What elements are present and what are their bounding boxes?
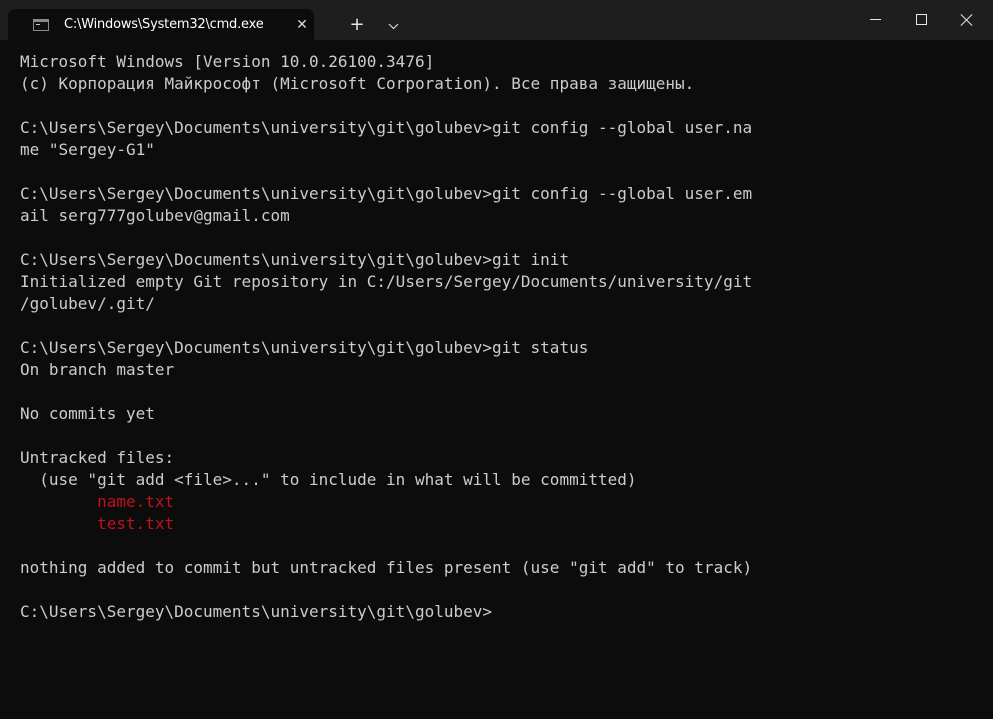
console-line: (use "git add <file>..." to include in w…	[20, 470, 637, 489]
console-line: On branch master	[20, 360, 175, 379]
close-button[interactable]	[944, 0, 990, 40]
console-line: C:\Users\Sergey\Documents\university\git…	[20, 250, 570, 269]
console-line: me "Sergey-G1"	[20, 140, 155, 159]
console-line: C:\Users\Sergey\Documents\university\git…	[20, 184, 753, 203]
terminal-window: C:\Windows\System32\cmd.exe ✕ + Microsof…	[0, 0, 993, 719]
console-line: C:\Users\Sergey\Documents\university\git…	[20, 118, 753, 137]
console-output[interactable]: Microsoft Windows [Version 10.0.26100.34…	[20, 51, 980, 719]
console-line: nothing added to commit but untracked fi…	[20, 558, 753, 577]
tab-title: C:\Windows\System32\cmd.exe	[64, 17, 264, 32]
untracked-file-line: name.txt	[20, 492, 175, 511]
tab-dropdown-button[interactable]	[381, 14, 405, 38]
tab-close-icon[interactable]: ✕	[292, 15, 312, 35]
minimize-icon	[870, 19, 881, 20]
chevron-down-icon	[388, 23, 398, 30]
console-line: Microsoft Windows [Version 10.0.26100.34…	[20, 52, 435, 71]
tab-cmd[interactable]: C:\Windows\System32\cmd.exe ✕	[8, 9, 314, 40]
console-line: Initialized empty Git repository in C:/U…	[20, 272, 753, 291]
console-line: /golubev/.git/	[20, 294, 155, 313]
new-tab-button[interactable]: +	[345, 14, 369, 38]
console-line: Untracked files:	[20, 448, 175, 467]
console-line: (c) Корпорация Майкрософт (Microsoft Cor…	[20, 74, 695, 93]
close-icon	[959, 12, 975, 28]
title-bar[interactable]: C:\Windows\System32\cmd.exe ✕ +	[0, 0, 993, 40]
console-line: C:\Users\Sergey\Documents\university\git…	[20, 338, 589, 357]
console-line: No commits yet	[20, 404, 155, 423]
minimize-button[interactable]	[852, 0, 898, 40]
console-line: C:\Users\Sergey\Documents\university\git…	[20, 602, 493, 621]
maximize-icon	[916, 14, 927, 25]
untracked-file-line: test.txt	[20, 514, 175, 533]
console-line: ail serg777golubev@gmail.com	[20, 206, 290, 225]
terminal-icon	[33, 19, 49, 31]
maximize-button[interactable]	[898, 0, 944, 40]
